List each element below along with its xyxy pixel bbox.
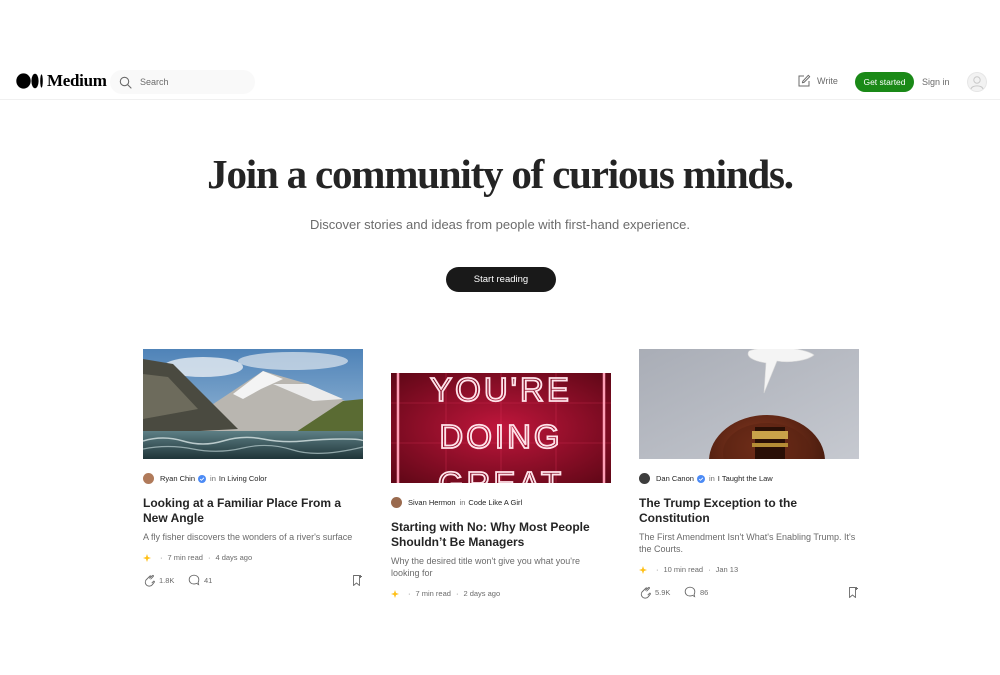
read-time: 10 min read — [663, 565, 704, 574]
neon-line-2: DOING — [439, 418, 562, 455]
publication-name[interactable]: I Taught the Law — [718, 474, 773, 483]
search-bar[interactable] — [110, 70, 255, 94]
article-card: YOU'RE DOING GREAT Sivan Hermon in Code … — [391, 373, 611, 598]
clap-count: 5.9K — [655, 588, 671, 597]
write-link[interactable]: Write — [797, 74, 838, 88]
author-avatar[interactable] — [143, 473, 154, 484]
in-label: in — [459, 498, 466, 507]
article-stats: · 10 min read · Jan 13 — [639, 565, 859, 574]
article-card: Ryan Chin in In Living Color Looking at … — [143, 349, 363, 588]
hero-subtitle: Discover stories and ideas from people w… — [309, 217, 691, 232]
publication-name[interactable]: In Living Color — [219, 474, 267, 483]
author-name[interactable]: Dan Canon — [656, 474, 694, 483]
sign-in-link[interactable]: Sign in — [922, 77, 950, 87]
start-reading-button[interactable]: Start reading — [446, 267, 556, 292]
response-icon — [188, 574, 200, 586]
get-started-button[interactable]: Get started — [855, 72, 914, 92]
article-thumbnail-gavel[interactable] — [639, 349, 859, 459]
article-subtitle: Why the desired title won't give you wha… — [391, 556, 581, 578]
bookmark-icon — [849, 587, 858, 598]
clap-count: 1.8K — [159, 576, 175, 585]
read-time: 7 min read — [415, 589, 451, 598]
responses-button[interactable]: 41 — [188, 574, 212, 586]
author-avatar[interactable] — [391, 497, 402, 508]
sparkle-icon — [143, 553, 151, 562]
verified-badge-icon — [696, 474, 705, 483]
publish-date: 4 days ago — [215, 553, 253, 562]
search-icon — [119, 76, 132, 89]
write-label: Write — [817, 76, 838, 86]
article-actions: 1.8K 41 — [143, 574, 363, 588]
search-input[interactable] — [140, 77, 250, 87]
article-thumbnail-neon-sign[interactable]: YOU'RE DOING GREAT — [391, 373, 611, 483]
author-name[interactable]: Ryan Chin — [160, 474, 195, 483]
responses-button[interactable]: 86 — [684, 586, 708, 598]
sparkle-icon — [391, 589, 399, 598]
article-card: Dan Canon in I Taught the Law The Trump … — [639, 349, 859, 600]
author-name[interactable]: Sivan Hermon — [408, 498, 456, 507]
article-title[interactable]: The Trump Exception to the Constitution — [639, 496, 859, 526]
publish-date: 2 days ago — [463, 589, 501, 598]
article-stats: · 7 min read · 4 days ago — [143, 553, 363, 562]
bookmark-button[interactable] — [847, 586, 859, 599]
author-avatar[interactable] — [639, 473, 650, 484]
article-title[interactable]: Starting with No: Why Most People Should… — [391, 520, 611, 550]
response-count: 86 — [700, 587, 709, 597]
article-title[interactable]: Looking at a Familiar Place From a New A… — [143, 496, 363, 526]
publish-date: Jan 13 — [715, 565, 739, 574]
write-icon — [798, 74, 811, 87]
verified-badge-icon — [198, 474, 207, 483]
bookmark-icon — [353, 575, 362, 586]
neon-line-3: GREAT — [438, 465, 564, 483]
medium-logo-icon — [16, 73, 43, 89]
sparkle-icon — [639, 565, 647, 574]
neon-line-1: YOU'RE — [430, 373, 572, 408]
article-subtitle: A fly fisher discovers the wonders of a … — [143, 532, 353, 542]
hero-title: Join a community of curious minds. — [207, 151, 794, 197]
article-meta: Ryan Chin in In Living Color — [143, 473, 363, 484]
article-meta: Dan Canon in I Taught the Law — [639, 473, 859, 484]
response-count: 41 — [204, 575, 213, 585]
article-actions: 5.9K 86 — [639, 586, 859, 600]
article-meta: Sivan Hermon in Code Like A Girl — [391, 497, 611, 508]
read-time: 7 min read — [167, 553, 203, 562]
medium-logo[interactable]: Medium — [16, 71, 107, 91]
logo-wordmark: Medium — [47, 71, 107, 90]
publication-name[interactable]: Code Like A Girl — [468, 498, 522, 507]
clap-icon — [640, 586, 651, 599]
in-label: in — [708, 474, 715, 483]
bookmark-button[interactable] — [351, 574, 363, 587]
clap-button[interactable]: 1.8K — [143, 574, 174, 587]
response-icon — [684, 586, 696, 598]
top-navbar: Medium Write Get started Sign in — [0, 62, 1000, 100]
in-label: in — [210, 474, 216, 483]
article-subtitle: The First Amendment Isn't What's Enablin… — [639, 532, 856, 554]
user-avatar-icon[interactable] — [967, 72, 987, 92]
clap-button[interactable]: 5.9K — [639, 586, 670, 599]
article-thumbnail-mountain-river[interactable] — [143, 349, 363, 459]
clap-icon — [144, 574, 155, 587]
article-stats: · 7 min read · 2 days ago — [391, 589, 611, 598]
